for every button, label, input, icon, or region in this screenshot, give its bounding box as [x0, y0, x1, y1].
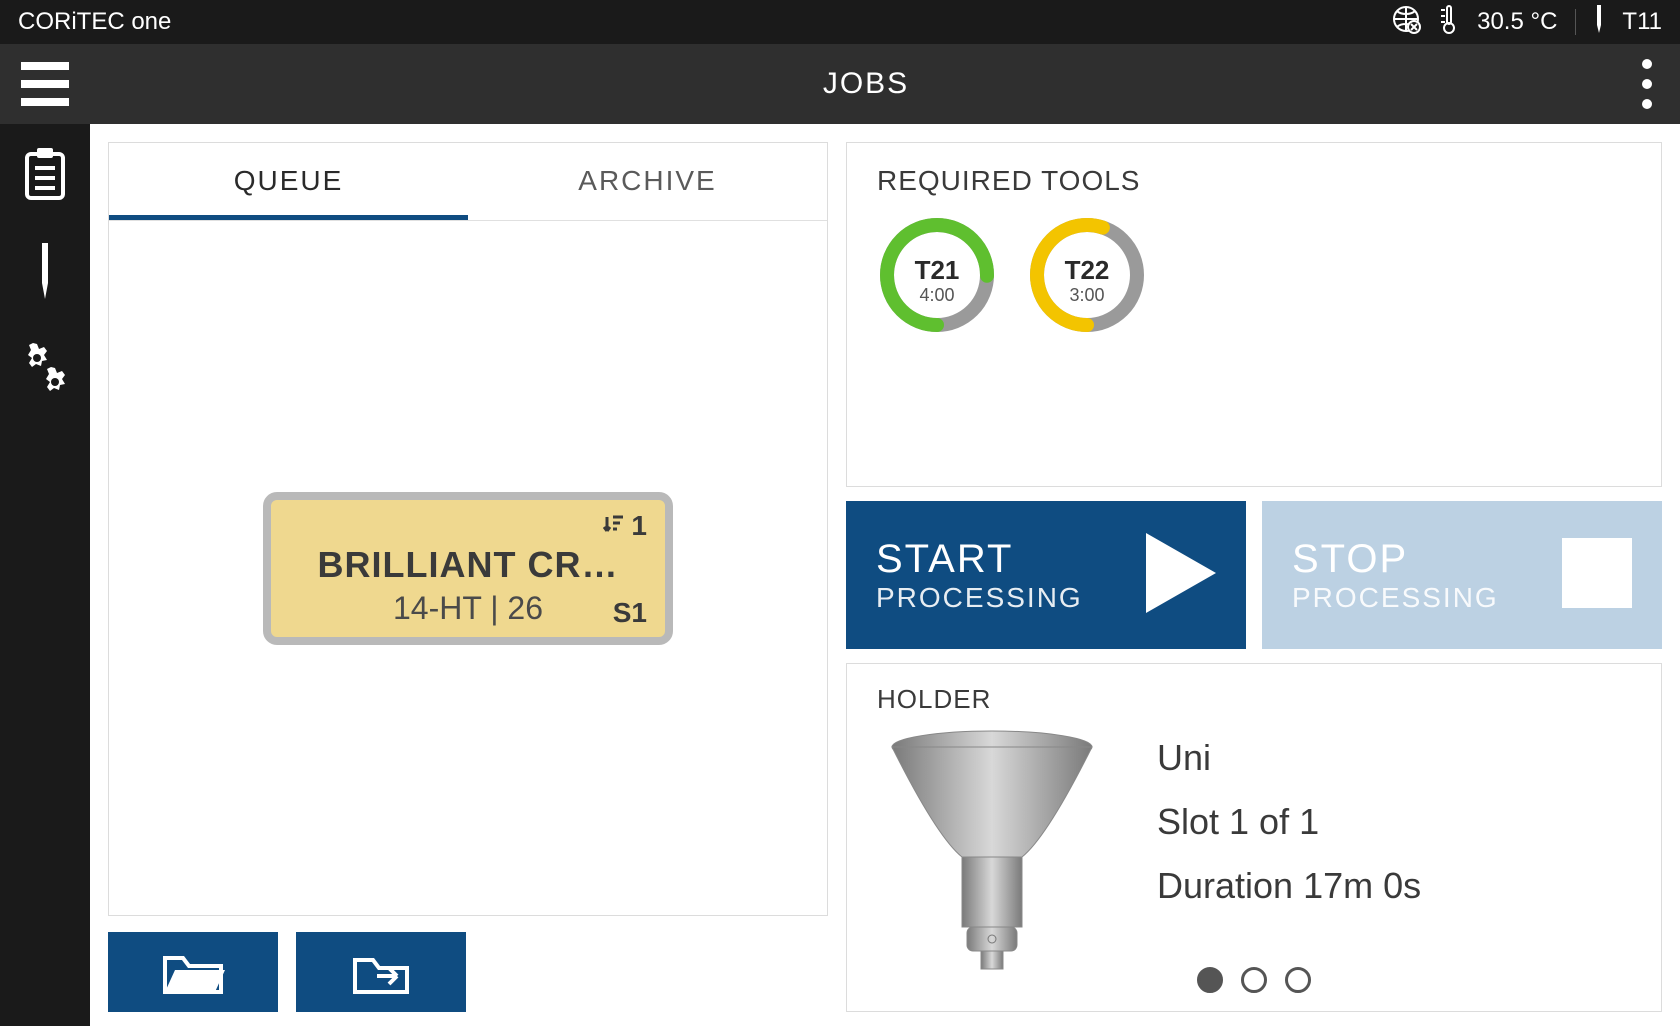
- app-title: CORiTEC one: [18, 8, 1391, 36]
- tool-label: T22: [1027, 255, 1147, 286]
- holder-pager: [1197, 967, 1311, 993]
- nav-settings-icon[interactable]: [17, 340, 73, 401]
- nav-jobs-icon[interactable]: [21, 148, 69, 207]
- header-bar: JOBS: [0, 44, 1680, 124]
- tool-label: T21: [877, 255, 997, 286]
- tool-time: 3:00: [1027, 285, 1147, 306]
- tool-ring-t21[interactable]: T21 4:00: [877, 215, 997, 335]
- job-slot: S1: [613, 597, 647, 629]
- stop-processing-button[interactable]: STOP PROCESSING: [1262, 501, 1662, 649]
- holder-duration: Duration 17m 0s: [1157, 865, 1421, 907]
- pager-dot-3[interactable]: [1285, 967, 1311, 993]
- side-nav: [0, 124, 90, 1026]
- globe-icon[interactable]: [1391, 4, 1421, 41]
- sort-icon: [603, 510, 625, 542]
- holder-slot: Slot 1 of 1: [1157, 801, 1421, 843]
- stop-sublabel: PROCESSING: [1292, 582, 1499, 614]
- pager-dot-1[interactable]: [1197, 967, 1223, 993]
- holder-panel: HOLDER: [846, 663, 1662, 1012]
- open-folder-button[interactable]: [108, 932, 278, 1012]
- start-label: START: [876, 537, 1083, 582]
- required-tools-heading: REQUIRED TOOLS: [877, 165, 1631, 197]
- required-tools-panel: REQUIRED TOOLS T21 4:00: [846, 142, 1662, 487]
- play-icon: [1146, 533, 1216, 618]
- start-processing-button[interactable]: START PROCESSING: [846, 501, 1246, 649]
- page-title: JOBS: [90, 67, 1642, 101]
- status-bar: CORiTEC one 30.5 °C T11: [0, 0, 1680, 44]
- more-button[interactable]: [1642, 59, 1652, 109]
- stop-label: STOP: [1292, 537, 1499, 582]
- holder-icon: [877, 727, 1107, 982]
- job-name: BRILLIANT CR…: [291, 544, 645, 586]
- menu-button[interactable]: [0, 44, 90, 124]
- current-tool: T11: [1622, 8, 1662, 36]
- holder-heading: HOLDER: [877, 684, 1631, 715]
- job-card[interactable]: 1 BRILLIANT CR… 14-HT | 26 S1: [263, 492, 673, 645]
- start-sublabel: PROCESSING: [876, 582, 1083, 614]
- temperature-value: 30.5 °C: [1477, 8, 1557, 36]
- tool-bit-icon: [1594, 5, 1604, 40]
- separator: [1575, 9, 1576, 35]
- nav-tool-icon[interactable]: [38, 243, 52, 304]
- tool-time: 4:00: [877, 285, 997, 306]
- thermometer-icon: [1439, 4, 1459, 41]
- jobs-panel: QUEUE ARCHIVE 1 BRILLIANT CR… 14-HT | 26: [108, 142, 828, 916]
- export-button[interactable]: [296, 932, 466, 1012]
- tool-ring-t22[interactable]: T22 3:00: [1027, 215, 1147, 335]
- tab-archive[interactable]: ARCHIVE: [468, 143, 827, 220]
- job-sub: 14-HT | 26: [291, 590, 645, 627]
- holder-name: Uni: [1157, 737, 1421, 779]
- stop-icon: [1562, 538, 1632, 613]
- tab-queue[interactable]: QUEUE: [109, 143, 468, 220]
- job-order: 1: [631, 510, 647, 542]
- pager-dot-2[interactable]: [1241, 967, 1267, 993]
